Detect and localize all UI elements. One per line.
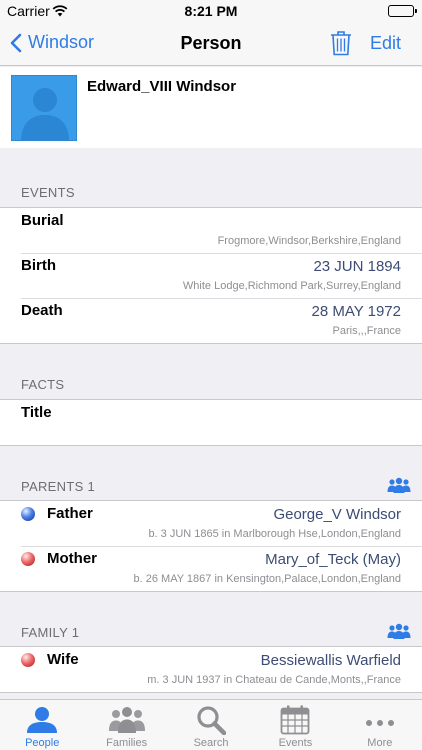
relation-label: Mother	[47, 550, 97, 567]
tab-people[interactable]: People	[0, 700, 84, 750]
person-header: Edward_VIII Windsor	[0, 67, 422, 148]
tab-events[interactable]: Events	[253, 700, 337, 750]
relation-label: Wife	[47, 651, 79, 668]
relative-name: Bessiewallis Warfield	[260, 652, 401, 669]
more-icon	[365, 714, 395, 732]
event-row-death[interactable]: Death 28 MAY 1972 Paris,,,France	[0, 298, 422, 343]
back-button[interactable]: Windsor	[10, 32, 94, 53]
parents-section-header: PARENTS 1	[21, 479, 95, 494]
fact-row-title[interactable]: Title	[0, 400, 422, 445]
avatar[interactable]	[11, 75, 77, 141]
event-place: Frogmore,Windsor,Berkshire,England	[217, 235, 401, 247]
group-people-icon	[387, 623, 411, 639]
battery-icon	[388, 5, 417, 17]
event-place: Paris,,,France	[332, 325, 401, 337]
parents-group-button[interactable]	[387, 477, 411, 498]
marriage-info: m. 3 JUN 1937 in Chateau de Cande,Monts,…	[147, 674, 401, 686]
navigation-bar: Windsor Person Edit	[0, 22, 422, 66]
calendar-icon	[280, 705, 310, 740]
tab-families[interactable]: Families	[84, 700, 168, 750]
event-date: 28 MAY 1972	[311, 303, 401, 320]
person-name: Edward_VIII Windsor	[87, 78, 237, 95]
relative-birth-info: b. 26 MAY 1867 in Kensington,Palace,Lond…	[133, 573, 401, 585]
group-people-icon	[387, 477, 411, 493]
facts-section-header: FACTS	[21, 377, 65, 392]
event-label: Burial	[21, 212, 64, 229]
status-bar: Carrier 8:21 PM	[0, 0, 422, 22]
events-list: Burial Frogmore,Windsor,Berkshire,Englan…	[0, 207, 422, 344]
delete-button[interactable]	[330, 30, 352, 61]
female-marker-icon	[21, 653, 35, 667]
families-icon	[108, 705, 145, 738]
relation-label: Father	[47, 505, 93, 522]
tab-search[interactable]: Search	[169, 700, 253, 750]
status-time: 8:21 PM	[184, 3, 238, 19]
parent-row-mother[interactable]: Mother Mary_of_Teck (May) b. 26 MAY 1867…	[0, 546, 422, 591]
family-row-wife[interactable]: Wife Bessiewallis Warfield m. 3 JUN 1937…	[0, 647, 422, 692]
person-silhouette-icon	[21, 88, 69, 140]
edit-button[interactable]: Edit	[370, 33, 401, 54]
tab-more[interactable]: More	[338, 700, 422, 750]
facts-list: Title	[0, 399, 422, 446]
female-marker-icon	[21, 552, 35, 566]
tab-label: Search	[193, 737, 229, 749]
tab-label: Events	[278, 737, 313, 749]
relative-name: Mary_of_Teck (May)	[265, 551, 401, 568]
chevron-left-icon	[10, 33, 22, 52]
relative-name: George_V Windsor	[273, 506, 401, 523]
family-group-button[interactable]	[387, 623, 411, 644]
tab-label: People	[25, 737, 60, 749]
event-date: 23 JUN 1894	[313, 258, 401, 275]
person-icon	[26, 705, 58, 738]
family-section-header: FAMILY 1	[21, 625, 80, 640]
parents-list: Father George_V Windsor b. 3 JUN 1865 in…	[0, 500, 422, 592]
tab-bar: People Families Search Events More	[0, 699, 422, 750]
event-place: White Lodge,Richmond Park,Surrey,England	[182, 280, 401, 292]
search-icon	[196, 705, 227, 740]
fact-label: Title	[21, 404, 52, 421]
tab-label: Families	[106, 737, 148, 749]
trash-icon	[331, 31, 351, 56]
event-row-burial[interactable]: Burial Frogmore,Windsor,Berkshire,Englan…	[0, 208, 422, 253]
event-label: Birth	[21, 257, 56, 274]
parent-row-father[interactable]: Father George_V Windsor b. 3 JUN 1865 in…	[0, 501, 422, 546]
event-label: Death	[21, 302, 63, 319]
event-row-birth[interactable]: Birth 23 JUN 1894 White Lodge,Richmond P…	[0, 253, 422, 298]
events-section-header: EVENTS	[21, 185, 75, 200]
family-list: Wife Bessiewallis Warfield m. 3 JUN 1937…	[0, 646, 422, 693]
male-marker-icon	[21, 507, 35, 521]
back-button-label: Windsor	[28, 32, 95, 52]
relative-birth-info: b. 3 JUN 1865 in Marlborough Hse,London,…	[148, 528, 401, 540]
tab-label: More	[367, 737, 393, 749]
